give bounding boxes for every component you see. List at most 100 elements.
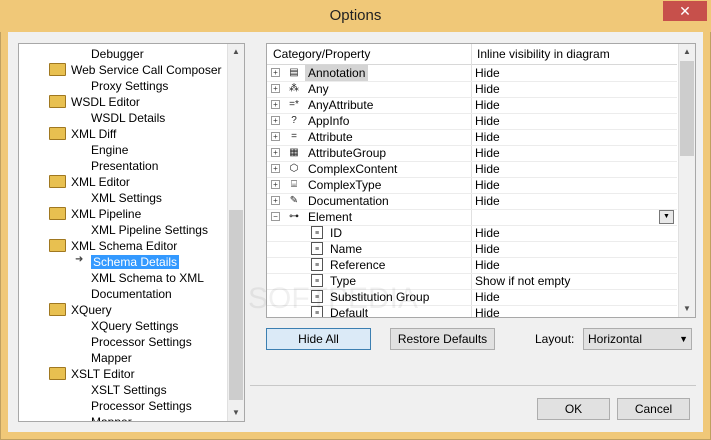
scroll-thumb[interactable] bbox=[229, 210, 243, 400]
expand-icon[interactable]: + bbox=[271, 84, 280, 93]
scroll-down-icon[interactable]: ▼ bbox=[679, 301, 695, 317]
any-icon: ⁂ bbox=[289, 83, 299, 94]
tree-item[interactable]: XSLT Settings bbox=[91, 382, 167, 398]
scroll-up-icon[interactable]: ▲ bbox=[679, 44, 695, 60]
tree-scrollbar[interactable]: ▲ ▼ bbox=[227, 44, 244, 421]
expand-icon[interactable]: + bbox=[271, 148, 280, 157]
hide-all-button[interactable]: Hide All bbox=[266, 328, 371, 350]
tree-item[interactable]: Documentation bbox=[91, 286, 172, 302]
expand-icon[interactable]: + bbox=[271, 164, 280, 173]
grid-row[interactable]: + ⬡ ComplexContent Hide bbox=[267, 161, 677, 178]
property-value[interactable]: Show if not empty bbox=[475, 273, 570, 289]
grid-row[interactable]: + = Attribute Hide bbox=[267, 129, 677, 146]
property-value[interactable]: Hide bbox=[475, 241, 500, 257]
tree-item[interactable]: Proxy Settings bbox=[91, 78, 168, 94]
grid-row[interactable]: +? AppInfo Hide bbox=[267, 113, 677, 130]
property-value[interactable]: Hide bbox=[475, 129, 500, 145]
window-title: Options bbox=[329, 7, 382, 24]
folder-icon bbox=[49, 63, 66, 77]
cancel-button[interactable]: Cancel bbox=[617, 398, 690, 420]
column-header-visibility[interactable]: Inline visibility in diagram bbox=[477, 47, 610, 61]
property-value[interactable]: Hide bbox=[475, 193, 500, 209]
tree-item-label: Mapper bbox=[91, 351, 132, 365]
ok-button[interactable]: OK bbox=[537, 398, 610, 420]
tree-item[interactable]: XML Schema to XML bbox=[91, 270, 204, 286]
tree-folder-item[interactable]: WSDL Editor bbox=[49, 94, 140, 110]
property-name: Documentation bbox=[308, 194, 389, 208]
property-value[interactable]: Hide bbox=[475, 113, 500, 129]
property-name: Reference bbox=[330, 258, 386, 272]
tree-item[interactable]: XML Settings bbox=[91, 190, 162, 206]
tree-item[interactable]: WSDL Details bbox=[91, 110, 165, 126]
property-value[interactable]: Hide bbox=[475, 289, 500, 305]
grid-row[interactable]: ≡ Name Hide bbox=[267, 241, 677, 258]
expand-icon[interactable]: + bbox=[271, 196, 280, 205]
column-header-category[interactable]: Category/Property bbox=[273, 47, 370, 61]
tree-item[interactable]: Engine bbox=[91, 142, 128, 158]
tree-item[interactable]: Presentation bbox=[91, 158, 158, 174]
tree-item[interactable]: Schema Details bbox=[91, 254, 180, 270]
tree-item[interactable]: Processor Settings bbox=[91, 398, 192, 414]
tree-folder-item[interactable]: XML Schema Editor bbox=[49, 238, 177, 254]
expand-icon[interactable]: + bbox=[271, 68, 280, 77]
tree-item-label: Schema Details bbox=[91, 255, 180, 269]
property-name: AppInfo bbox=[308, 114, 350, 128]
folder-icon bbox=[49, 303, 66, 317]
tree-folder-item[interactable]: XML Pipeline bbox=[49, 206, 141, 222]
tree-item[interactable]: Processor Settings bbox=[91, 334, 192, 350]
separator bbox=[250, 385, 696, 386]
tree-item-label: XQuery bbox=[71, 303, 112, 317]
property-value[interactable]: Hide bbox=[475, 81, 500, 97]
tree-folder-item[interactable]: XSLT Editor bbox=[49, 366, 135, 382]
dialog-client: Debugger Web Service Call Composer Proxy S… bbox=[8, 32, 703, 432]
property-value[interactable]: Hide bbox=[475, 161, 500, 177]
tree-item[interactable]: Mapper bbox=[91, 350, 132, 366]
grid-row[interactable]: + =* AnyAttribute Hide bbox=[267, 97, 677, 114]
tree-item-label: Processor Settings bbox=[91, 399, 192, 413]
tree-item[interactable]: XQuery Settings bbox=[91, 318, 178, 334]
collapse-icon[interactable]: − bbox=[271, 212, 280, 221]
property-value[interactable]: Hide bbox=[475, 97, 500, 113]
tree-folder-item[interactable]: XQuery bbox=[49, 302, 112, 318]
grid-scrollbar[interactable]: ▲ ▼ bbox=[678, 44, 695, 317]
expand-icon[interactable]: + bbox=[271, 116, 280, 125]
grid-row[interactable]: + ▦ AttributeGroup Hide bbox=[267, 145, 677, 162]
property-value[interactable]: Hide bbox=[475, 225, 500, 241]
tree-item-label: Mapper bbox=[91, 415, 132, 422]
property-value[interactable]: Hide bbox=[475, 305, 500, 317]
tree-folder-item[interactable]: Web Service Call Composer bbox=[49, 62, 222, 78]
tree-item[interactable]: XML Pipeline Settings bbox=[91, 222, 208, 238]
layout-select[interactable]: Horizontal ▼ bbox=[583, 328, 692, 350]
grid-header: Category/Property Inline visibility in d… bbox=[267, 44, 677, 65]
expand-icon[interactable]: + bbox=[271, 132, 280, 141]
attribute-icon: = bbox=[291, 131, 297, 142]
property-name: AnyAttribute bbox=[308, 98, 374, 112]
expand-icon[interactable]: + bbox=[271, 100, 280, 109]
scroll-down-icon[interactable]: ▼ bbox=[228, 405, 244, 421]
scroll-up-icon[interactable]: ▲ bbox=[228, 44, 244, 60]
tree-folder-item[interactable]: XML Diff bbox=[49, 126, 116, 142]
property-value[interactable]: Hide bbox=[475, 65, 500, 81]
property-value[interactable]: Hide bbox=[475, 257, 500, 273]
grid-row[interactable]: + ✎ Documentation Hide bbox=[267, 193, 677, 210]
grid-row[interactable]: ≡ Reference Hide bbox=[267, 257, 677, 274]
tree-item[interactable]: Debugger bbox=[91, 46, 144, 62]
close-button[interactable]: ✕ bbox=[663, 1, 707, 21]
property-name: Any bbox=[308, 82, 329, 96]
grid-row[interactable]: + ⌸ ComplexType Hide bbox=[267, 177, 677, 194]
grid-row[interactable]: + ⁂ Any Hide bbox=[267, 81, 677, 98]
property-value[interactable]: Hide bbox=[475, 145, 500, 161]
complex-content-icon: ⬡ bbox=[289, 163, 299, 174]
grid-row[interactable]: − ⊶ Element ▼ bbox=[267, 209, 677, 226]
grid-row[interactable]: + ▤ Annotation Hide bbox=[267, 65, 677, 82]
property-value[interactable]: Hide bbox=[475, 177, 500, 193]
layout-label: Layout: bbox=[535, 332, 575, 346]
chevron-down-icon[interactable]: ▼ bbox=[659, 210, 674, 224]
grid-row[interactable]: ≡ ID Hide bbox=[267, 225, 677, 242]
expand-icon[interactable]: + bbox=[271, 180, 280, 189]
tree-item-label: XML Pipeline bbox=[71, 207, 142, 221]
tree-item[interactable]: Mapper bbox=[91, 414, 132, 422]
scroll-thumb[interactable] bbox=[680, 61, 694, 156]
restore-defaults-button[interactable]: Restore Defaults bbox=[390, 328, 495, 350]
tree-folder-item[interactable]: XML Editor bbox=[49, 174, 130, 190]
